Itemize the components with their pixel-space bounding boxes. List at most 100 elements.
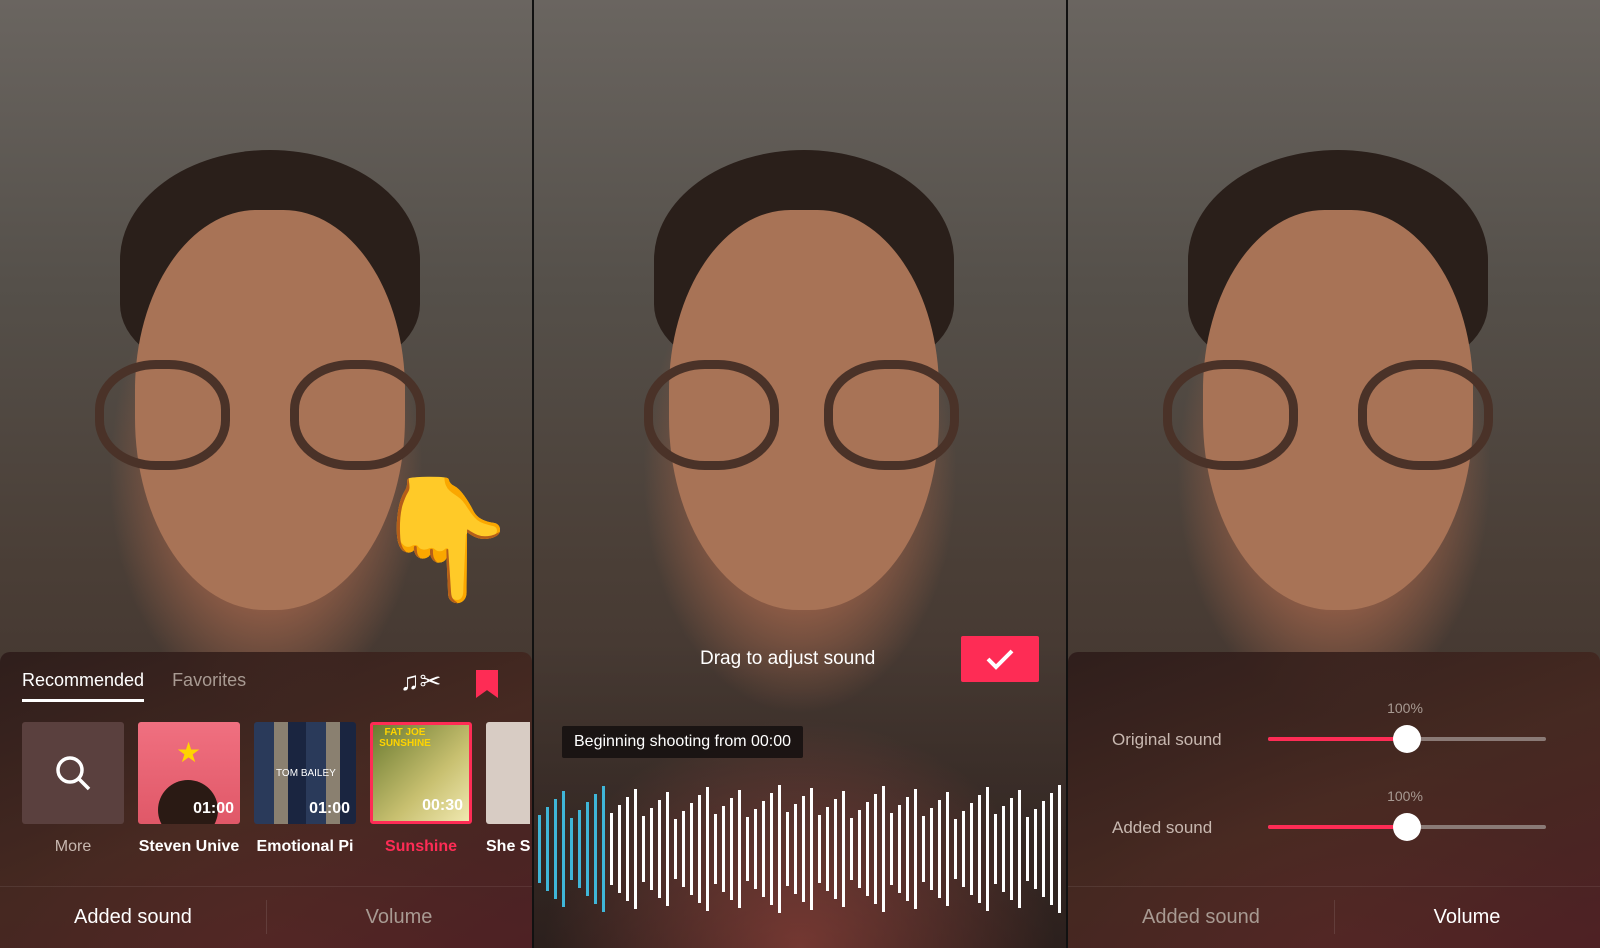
waveform-bar xyxy=(1010,798,1013,900)
waveform-bar xyxy=(658,800,661,898)
card-label: More xyxy=(54,838,92,855)
waveform-bar xyxy=(714,814,717,884)
waveform-bar xyxy=(986,787,989,911)
slider-knob[interactable] xyxy=(1393,725,1421,753)
waveform-bar xyxy=(610,813,613,885)
panel-sound-picker: 👇 Recommended Favorites ♫✂ More ★ 01:00 … xyxy=(0,0,532,948)
waveform-bar xyxy=(650,808,653,890)
waveform-bar xyxy=(738,790,741,908)
panel-volume: 100% Original sound 100% Added sound Add… xyxy=(1068,0,1600,948)
sound-sheet: Recommended Favorites ♫✂ More ★ 01:00 St… xyxy=(0,652,532,948)
tab-added-sound[interactable]: Added sound xyxy=(0,906,266,929)
waveform-bar xyxy=(594,794,597,904)
cover-text: TOM BAILEY xyxy=(276,768,336,779)
panel-trim-sound: Drag to adjust sound Beginning shooting … xyxy=(534,0,1066,948)
bookmark-icon[interactable] xyxy=(476,670,498,698)
waveform-bar xyxy=(970,803,973,895)
waveform-bar xyxy=(1050,793,1053,905)
waveform-bar xyxy=(762,801,765,897)
waveform-bar xyxy=(962,811,965,887)
cover-text: FAT JOE SUNSHINE xyxy=(379,727,431,749)
waveform-bar xyxy=(642,816,645,882)
waveform-bar xyxy=(1042,801,1045,897)
sound-card[interactable]: TOM BAILEY 01:00 Emotional Pi xyxy=(254,722,356,856)
sound-card-selected[interactable]: FAT JOE SUNSHINE 00:30 Sunshine xyxy=(370,722,472,856)
glasses xyxy=(290,360,425,470)
card-label: Emotional Pi xyxy=(256,838,354,855)
search-icon xyxy=(56,756,91,791)
pointing-hand-icon: 👇 xyxy=(370,472,520,606)
waveform-bar xyxy=(930,808,933,890)
check-icon xyxy=(986,649,1014,670)
waveform-bar xyxy=(722,806,725,892)
music-cut-icon[interactable]: ♫✂ xyxy=(400,666,441,697)
waveform-bar xyxy=(1058,785,1061,913)
start-time-tooltip: Beginning shooting from 00:00 xyxy=(562,726,804,758)
sound-card[interactable]: ★ 01:00 Steven Unive xyxy=(138,722,240,856)
waveform-bar xyxy=(666,792,669,906)
waveform-bar xyxy=(858,810,861,888)
waveform-bar xyxy=(994,814,997,884)
waveform-bar xyxy=(866,802,869,896)
waveform-bar xyxy=(978,795,981,903)
waveform-bar xyxy=(586,802,589,896)
added-volume-value: 100% xyxy=(1387,788,1423,804)
waveform-bar xyxy=(882,786,885,912)
waveform-bar xyxy=(602,786,605,912)
waveform-bar xyxy=(690,803,693,895)
waveform-bar xyxy=(546,807,549,891)
waveform-bar xyxy=(954,819,957,879)
added-sound-slider[interactable] xyxy=(1268,813,1546,841)
tab-recommended[interactable]: Recommended xyxy=(22,670,145,702)
waveform-bar xyxy=(1034,809,1037,889)
tab-favorites[interactable]: Favorites xyxy=(172,670,246,702)
waveform-bar xyxy=(1026,817,1029,881)
waveform-bar xyxy=(794,804,797,894)
waveform-bar xyxy=(778,785,781,913)
waveform-bar xyxy=(578,810,581,888)
waveform-bar xyxy=(682,811,685,887)
waveform-bar xyxy=(626,797,629,901)
more-sounds-card[interactable]: More xyxy=(22,722,124,856)
waveform-bar xyxy=(890,813,893,885)
confirm-button[interactable] xyxy=(961,636,1039,682)
slider-knob[interactable] xyxy=(1393,813,1421,841)
original-volume-value: 100% xyxy=(1387,700,1423,716)
original-sound-slider[interactable] xyxy=(1268,725,1546,753)
waveform-bar xyxy=(850,818,853,880)
waveform-bar xyxy=(842,791,845,907)
tab-volume[interactable]: Volume xyxy=(266,906,532,929)
waveform-bar xyxy=(874,794,877,904)
waveform-bar xyxy=(810,788,813,910)
waveform-bar xyxy=(634,789,637,909)
waveform-bar xyxy=(674,819,677,879)
volume-sheet: 100% Original sound 100% Added sound Add… xyxy=(1068,652,1600,948)
waveform-bar xyxy=(906,797,909,901)
waveform-bar xyxy=(914,789,917,909)
waveform-bar xyxy=(562,791,565,907)
duration: 00:30 xyxy=(422,797,463,814)
waveform-bar xyxy=(746,817,749,881)
waveform-bar xyxy=(554,799,557,899)
star-icon: ★ xyxy=(176,737,202,768)
waveform-bar xyxy=(706,787,709,911)
glasses xyxy=(95,360,230,470)
tab-volume[interactable]: Volume xyxy=(1334,906,1600,929)
waveform-bar xyxy=(786,812,789,886)
added-sound-label: Added sound xyxy=(1112,818,1213,837)
card-label: Steven Unive xyxy=(138,838,240,855)
tab-added-sound[interactable]: Added sound xyxy=(1068,906,1334,929)
waveform-bar xyxy=(826,807,829,891)
waveform-bar xyxy=(946,792,949,906)
sound-card[interactable]: She S xyxy=(486,722,530,856)
duration: 01:00 xyxy=(193,800,234,817)
waveform-bar xyxy=(1018,790,1021,908)
waveform-bar xyxy=(1002,806,1005,892)
waveform-bar xyxy=(818,815,821,883)
card-label: She S xyxy=(486,838,530,855)
waveform-bar xyxy=(938,800,941,898)
duration: 01:00 xyxy=(309,800,350,817)
waveform-bar xyxy=(698,795,701,903)
waveform-slider[interactable] xyxy=(534,780,1066,918)
waveform-bar xyxy=(898,805,901,893)
